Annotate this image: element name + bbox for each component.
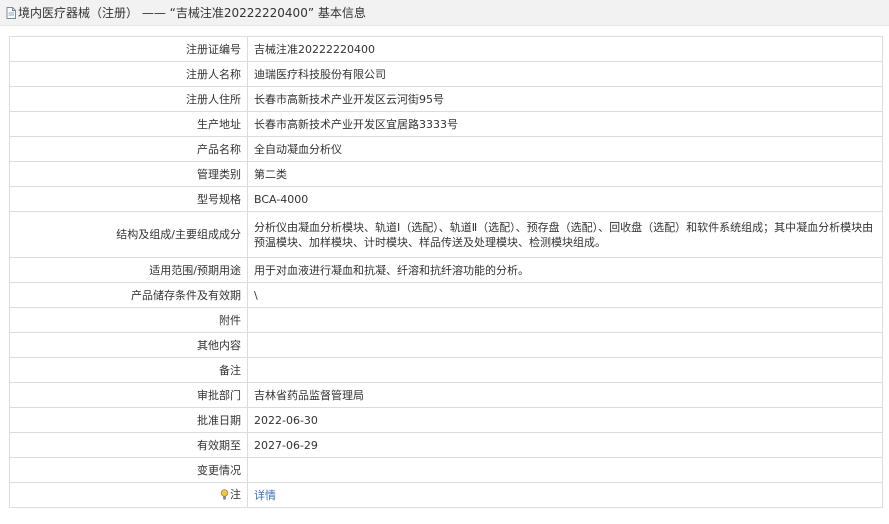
table-row: 产品储存条件及有效期 \ — [9, 282, 883, 308]
row-value — [247, 357, 883, 383]
row-value — [247, 307, 883, 333]
row-value: 吉械注准20222220400 — [247, 36, 883, 62]
row-value: 分析仪由凝血分析模块、轨道Ⅰ（选配）、轨道Ⅱ（选配）、预存盘（选配）、回收盘（选… — [247, 211, 883, 258]
row-label: 注册人名称 — [9, 61, 248, 87]
row-label: 变更情况 — [9, 457, 248, 483]
note-label-text: 注 — [230, 487, 241, 501]
table-row: 附件 — [9, 307, 883, 333]
table-row: 管理类别 第二类 — [9, 161, 883, 187]
table-row: 注册人住所 长春市高新技术产业开发区云河街95号 — [9, 86, 883, 112]
row-label: 附件 — [9, 307, 248, 333]
lightbulb-icon — [220, 488, 229, 500]
row-value — [247, 332, 883, 358]
row-value: 用于对血液进行凝血和抗凝、纤溶和抗纤溶功能的分析。 — [247, 257, 883, 283]
row-label: 备注 — [9, 357, 248, 383]
table-row: 型号规格 BCA-4000 — [9, 186, 883, 212]
page-header: 境内医疗器械（注册） —— “吉械注准20222220400” 基本信息 — [0, 0, 889, 26]
table-row: 审批部门 吉林省药品监督管理局 — [9, 382, 883, 408]
row-label: 结构及组成/主要组成成分 — [9, 211, 248, 258]
row-label: 生产地址 — [9, 111, 248, 137]
row-label: 注册人住所 — [9, 86, 248, 112]
table-row: 变更情况 — [9, 457, 883, 483]
row-value: 吉林省药品监督管理局 — [247, 382, 883, 408]
row-value: 全自动凝血分析仪 — [247, 136, 883, 162]
table-row-note: 注 详情 — [9, 482, 883, 508]
row-value: 长春市高新技术产业开发区云河街95号 — [247, 86, 883, 112]
document-icon — [6, 6, 16, 19]
details-link[interactable]: 详情 — [254, 489, 276, 502]
row-value: \ — [247, 282, 883, 308]
row-label: 有效期至 — [9, 432, 248, 458]
row-label: 管理类别 — [9, 161, 248, 187]
row-value — [247, 457, 883, 483]
row-label: 审批部门 — [9, 382, 248, 408]
row-label: 批准日期 — [9, 407, 248, 433]
table-row: 批准日期 2022-06-30 — [9, 407, 883, 433]
table-row: 有效期至 2027-06-29 — [9, 432, 883, 458]
table-row: 产品名称 全自动凝血分析仪 — [9, 136, 883, 162]
table-row: 备注 — [9, 357, 883, 383]
row-label: 产品名称 — [9, 136, 248, 162]
note-label: 注 — [220, 487, 241, 502]
table-row: 其他内容 — [9, 332, 883, 358]
row-label: 注册证编号 — [9, 36, 248, 62]
row-value: 2027-06-29 — [247, 432, 883, 458]
table-row: 结构及组成/主要组成成分 分析仪由凝血分析模块、轨道Ⅰ（选配）、轨道Ⅱ（选配）、… — [9, 211, 883, 258]
table-row: 生产地址 长春市高新技术产业开发区宜居路3333号 — [9, 111, 883, 137]
row-label: 适用范围/预期用途 — [9, 257, 248, 283]
row-value: BCA-4000 — [247, 186, 883, 212]
device-info-table: 注册证编号 吉械注准20222220400 注册人名称 迪瑞医疗科技股份有限公司… — [9, 36, 883, 508]
page-title: 境内医疗器械（注册） —— “吉械注准20222220400” 基本信息 — [18, 6, 366, 20]
table-row: 适用范围/预期用途 用于对血液进行凝血和抗凝、纤溶和抗纤溶功能的分析。 — [9, 257, 883, 283]
row-label: 产品储存条件及有效期 — [9, 282, 248, 308]
row-label: 型号规格 — [9, 186, 248, 212]
row-value: 迪瑞医疗科技股份有限公司 — [247, 61, 883, 87]
row-label: 其他内容 — [9, 332, 248, 358]
row-value: 2022-06-30 — [247, 407, 883, 433]
table-row: 注册证编号 吉械注准20222220400 — [9, 36, 883, 62]
note-value-cell: 详情 — [247, 482, 883, 508]
row-value: 第二类 — [247, 161, 883, 187]
note-label-cell: 注 — [9, 482, 248, 508]
table-row: 注册人名称 迪瑞医疗科技股份有限公司 — [9, 61, 883, 87]
row-value: 长春市高新技术产业开发区宜居路3333号 — [247, 111, 883, 137]
